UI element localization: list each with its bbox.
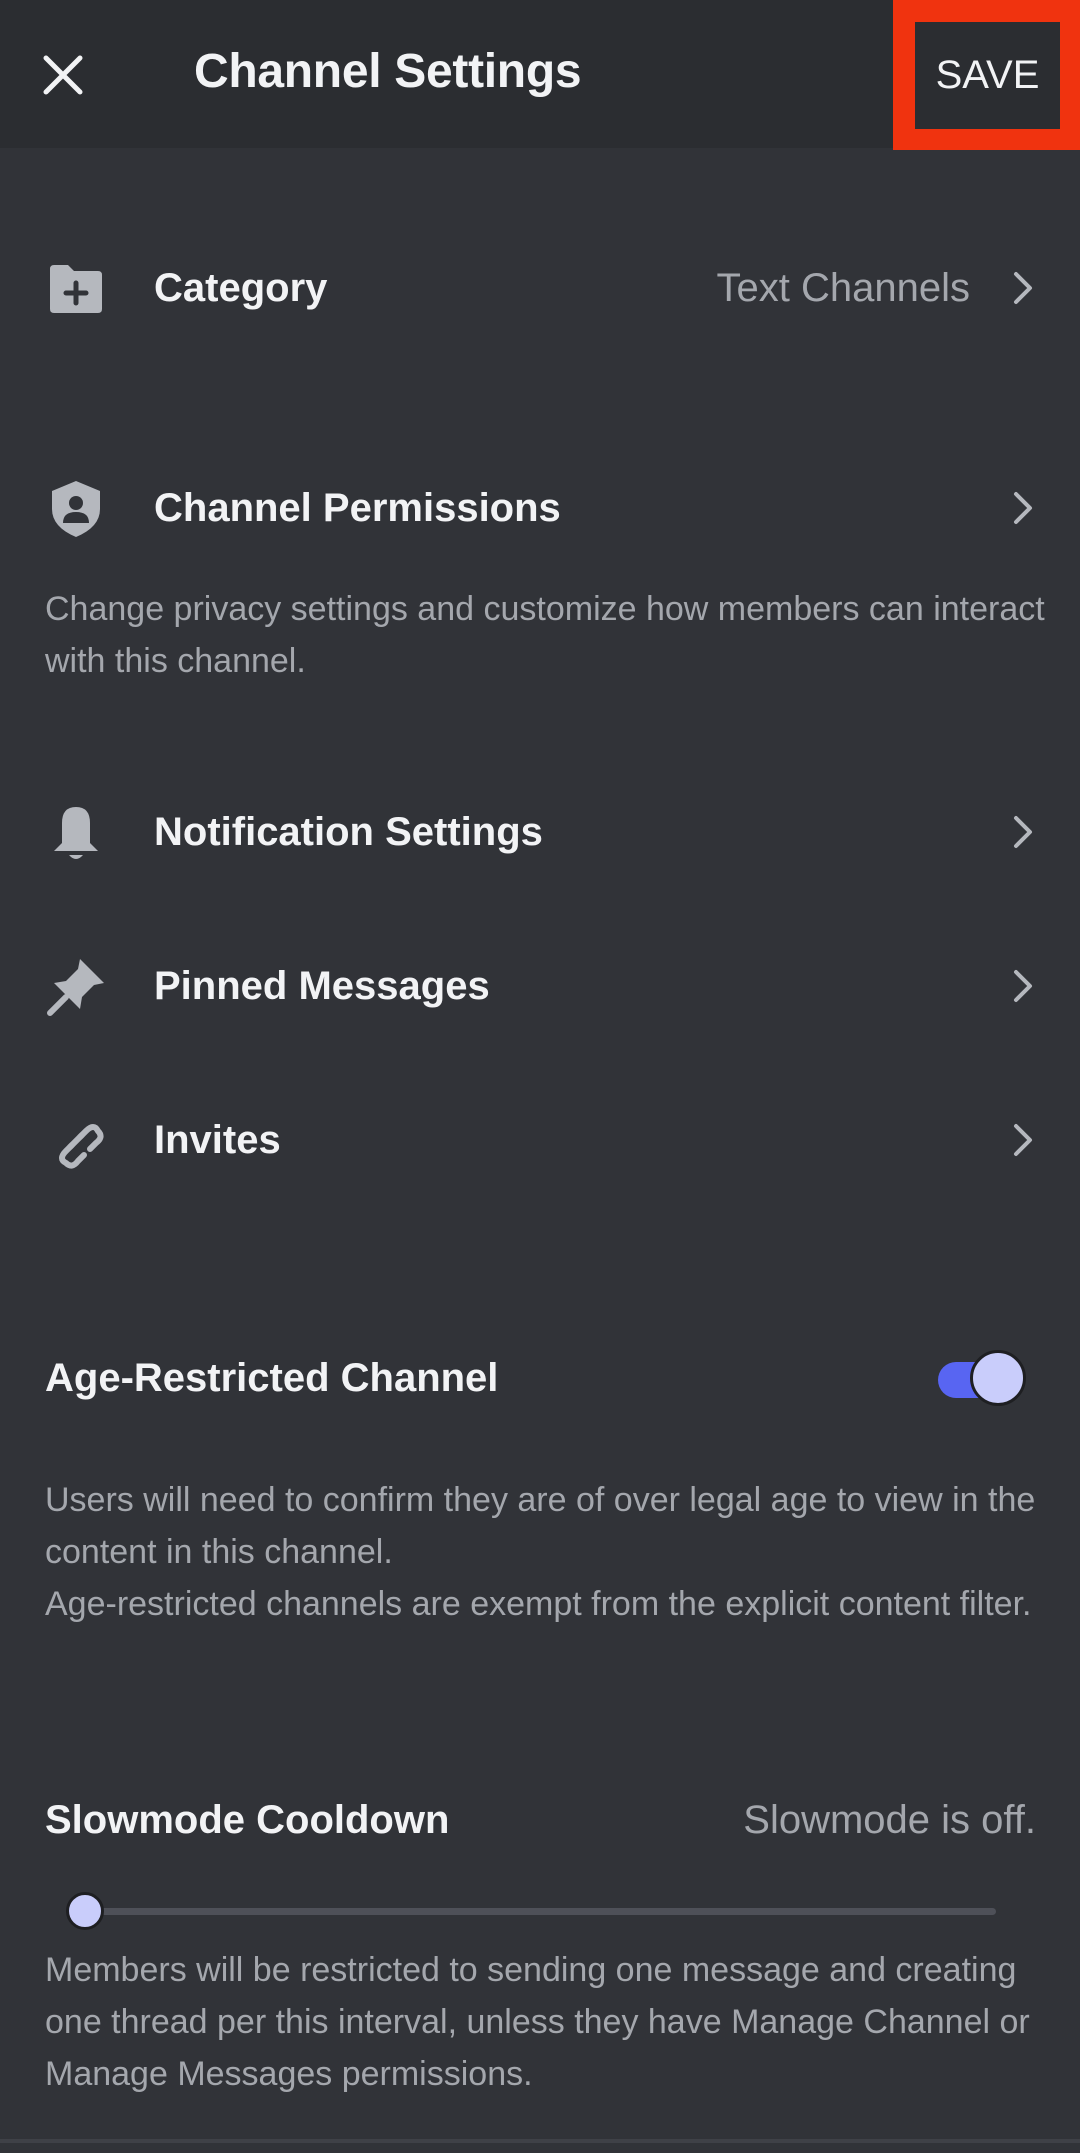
settings-row-category[interactable]: Category Text Channels	[0, 233, 1080, 343]
close-button[interactable]	[38, 50, 88, 100]
permissions-description: Change privacy settings and customize ho…	[45, 590, 1045, 680]
chevron-right-icon	[1008, 814, 1038, 850]
settings-row-channel-permissions[interactable]: Channel Permissions	[0, 453, 1080, 563]
age-restricted-description-1: Users will need to confirm they are of o…	[45, 1481, 1036, 1571]
age-restricted-title: Age-Restricted Channel	[45, 1356, 499, 1400]
chevron-right-icon	[1008, 1122, 1038, 1158]
chevron-right-icon	[1008, 490, 1038, 526]
row-value: Text Channels	[716, 266, 970, 310]
row-label: Pinned Messages	[154, 964, 490, 1008]
age-restricted-description-2: Age-restricted channels are exempt from …	[45, 1585, 1032, 1623]
row-label: Invites	[154, 1118, 281, 1162]
link-icon	[46, 1111, 106, 1171]
header-bar: Channel Settings SAVE	[0, 0, 1080, 150]
toggle-knob	[970, 1350, 1026, 1406]
chevron-right-icon	[1008, 270, 1038, 306]
slowmode-title: Slowmode Cooldown	[45, 1798, 450, 1842]
settings-row-invites[interactable]: Invites	[0, 1085, 1080, 1195]
slider-thumb[interactable]	[66, 1892, 104, 1930]
chevron-right-icon	[1008, 968, 1038, 1004]
row-label: Category	[154, 266, 328, 310]
slowmode-slider[interactable]	[66, 1892, 1000, 1932]
slowmode-status: Slowmode is off.	[743, 1798, 1036, 1842]
settings-row-notification-settings[interactable]: Notification Settings	[0, 777, 1080, 887]
row-label: Notification Settings	[154, 810, 543, 854]
bell-icon	[46, 803, 106, 863]
folder-plus-icon	[46, 259, 106, 319]
row-label: Channel Permissions	[154, 486, 561, 530]
bottom-divider	[0, 2139, 1080, 2143]
save-button[interactable]: SAVE	[915, 22, 1060, 129]
page-title: Channel Settings	[194, 45, 582, 98]
pin-icon	[46, 957, 106, 1017]
shield-user-icon	[46, 479, 106, 539]
slider-rail	[86, 1908, 996, 1915]
age-restricted-toggle[interactable]	[938, 1350, 1030, 1406]
slowmode-description: Members will be restricted to sending on…	[45, 1951, 1030, 2093]
settings-row-pinned-messages[interactable]: Pinned Messages	[0, 931, 1080, 1041]
close-icon	[43, 55, 83, 95]
